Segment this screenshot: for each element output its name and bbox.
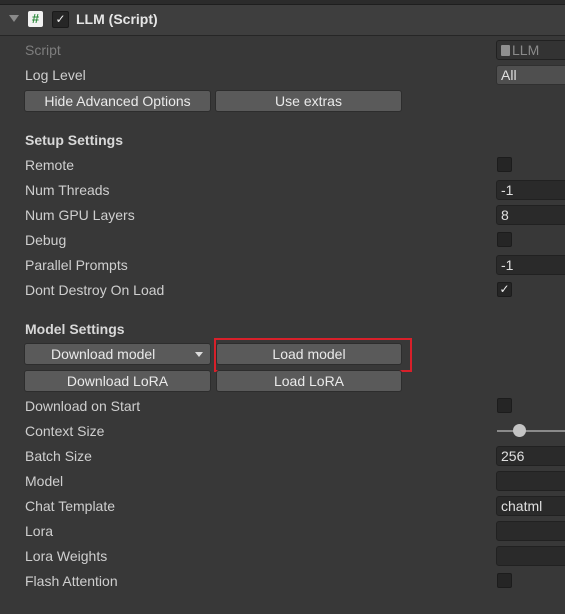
- script-value: LLM: [512, 42, 540, 58]
- flash-attention-checkbox[interactable]: [497, 573, 512, 588]
- parallel-prompts-label: Parallel Prompts: [25, 257, 128, 273]
- debug-label: Debug: [25, 232, 67, 248]
- component-header[interactable]: # ✓ LLM (Script): [0, 5, 565, 36]
- setup-settings-header: Setup Settings: [25, 132, 124, 148]
- parallel-prompts-input[interactable]: -1: [496, 255, 565, 275]
- model-input[interactable]: [496, 471, 565, 491]
- dont-destroy-on-load-label: Dont Destroy On Load: [25, 282, 165, 298]
- load-model-highlight: [214, 338, 412, 372]
- batch-size-input[interactable]: 256: [496, 446, 565, 466]
- download-model-dropdown-button[interactable]: Download model: [24, 343, 211, 365]
- download-model-label: Download model: [51, 346, 156, 362]
- check-icon: ✓: [499, 282, 510, 296]
- script-label: Script: [25, 42, 61, 58]
- lora-weights-input[interactable]: [496, 546, 565, 566]
- load-lora-button[interactable]: Load LoRA: [216, 370, 402, 392]
- model-settings-header: Model Settings: [25, 321, 125, 337]
- use-extras-button[interactable]: Use extras: [215, 90, 402, 112]
- remote-label: Remote: [25, 157, 75, 173]
- lora-label: Lora: [25, 523, 54, 539]
- batch-size-label: Batch Size: [25, 448, 92, 464]
- context-size-label: Context Size: [25, 423, 105, 439]
- log-level-dropdown[interactable]: All: [496, 65, 565, 85]
- debug-checkbox[interactable]: [497, 232, 512, 247]
- lora-input[interactable]: [496, 521, 565, 541]
- script-asset-icon: [501, 45, 510, 56]
- script-icon: #: [28, 11, 43, 27]
- lora-weights-label: Lora Weights: [25, 548, 108, 564]
- hide-advanced-options-button[interactable]: Hide Advanced Options: [24, 90, 211, 112]
- model-label: Model: [25, 473, 64, 489]
- download-on-start-label: Download on Start: [25, 398, 141, 414]
- chat-template-input[interactable]: chatml: [496, 496, 565, 516]
- chat-template-label: Chat Template: [25, 498, 116, 514]
- download-lora-button[interactable]: Download LoRA: [24, 370, 211, 392]
- context-size-slider-handle[interactable]: [513, 424, 526, 437]
- component-enabled-checkbox[interactable]: ✓: [52, 11, 69, 28]
- script-object-field[interactable]: LLM: [496, 40, 565, 60]
- log-level-label: Log Level: [25, 67, 86, 83]
- log-level-value: All: [501, 67, 517, 83]
- num-threads-input[interactable]: -1: [496, 180, 565, 200]
- num-gpu-layers-input[interactable]: 8: [496, 205, 565, 225]
- check-icon: ✓: [55, 12, 66, 26]
- foldout-arrow-icon[interactable]: [9, 15, 19, 22]
- flash-attention-label: Flash Attention: [25, 573, 118, 589]
- num-threads-label: Num Threads: [25, 182, 110, 198]
- component-title: LLM (Script): [76, 11, 158, 27]
- download-on-start-checkbox[interactable]: [497, 398, 512, 413]
- remote-checkbox[interactable]: [497, 157, 512, 172]
- dont-destroy-on-load-checkbox[interactable]: ✓: [497, 282, 512, 297]
- dropdown-arrow-icon: [195, 352, 203, 357]
- context-size-slider-track[interactable]: [497, 430, 565, 432]
- num-gpu-layers-label: Num GPU Layers: [25, 207, 135, 223]
